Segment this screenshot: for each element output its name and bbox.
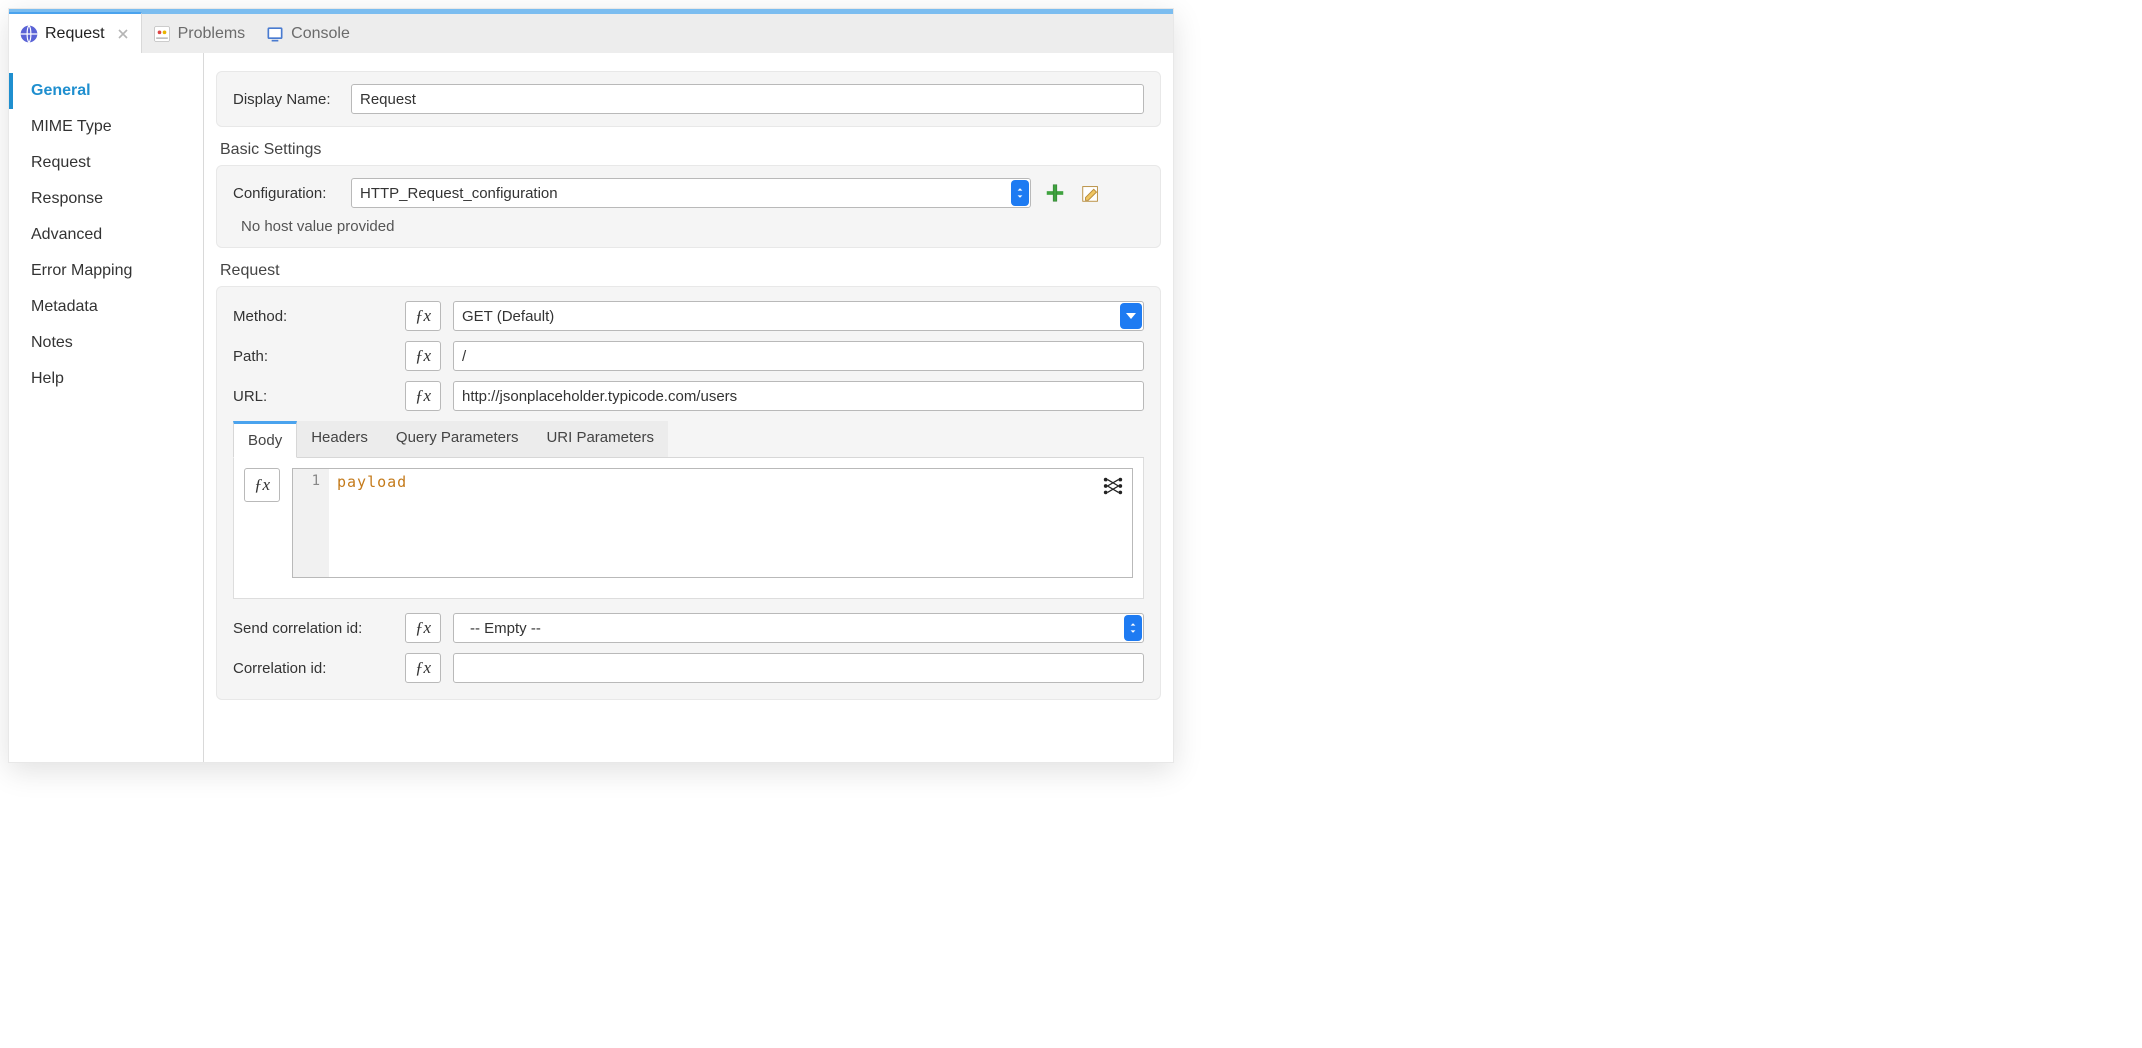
sidebar-item-label: MIME Type xyxy=(31,118,112,135)
send-correlation-id-label: Send correlation id: xyxy=(233,620,393,637)
request-section-title: Request xyxy=(216,262,1161,280)
subtab-label: Headers xyxy=(311,429,368,446)
console-icon xyxy=(265,24,285,44)
sidebar-item-error-mapping[interactable]: Error Mapping xyxy=(9,253,203,289)
tab-request-label: Request xyxy=(45,25,105,43)
sidebar-item-notes[interactable]: Notes xyxy=(9,325,203,361)
body-editor: ƒx 1 payload xyxy=(233,458,1144,599)
sidebar-item-response[interactable]: Response xyxy=(9,181,203,217)
request-subtabs: Body Headers Query Parameters URI Parame… xyxy=(233,421,1144,458)
line-number: 1 xyxy=(312,473,321,489)
tab-console-label: Console xyxy=(291,25,350,43)
path-input[interactable] xyxy=(453,341,1144,371)
request-globe-icon xyxy=(19,24,39,44)
send-correlation-id-select[interactable] xyxy=(453,613,1144,643)
problems-icon xyxy=(152,24,172,44)
sidebar-item-label: Notes xyxy=(31,334,73,351)
sidebar-item-label: Request xyxy=(31,154,91,171)
request-panel: Method: ƒx Path: ƒx URL: xyxy=(216,286,1161,700)
fx-button[interactable]: ƒx xyxy=(405,301,441,331)
sidebar-item-metadata[interactable]: Metadata xyxy=(9,289,203,325)
dataweave-map-icon[interactable] xyxy=(1102,475,1124,497)
subtab-uri-parameters[interactable]: URI Parameters xyxy=(532,421,668,457)
sidebar-item-label: Response xyxy=(31,190,103,207)
close-icon[interactable] xyxy=(115,26,131,42)
subtab-body[interactable]: Body xyxy=(233,421,297,458)
tab-problems-label: Problems xyxy=(178,25,246,43)
method-select[interactable] xyxy=(453,301,1144,331)
configuration-label: Configuration: xyxy=(233,185,339,202)
basic-settings-title: Basic Settings xyxy=(216,141,1161,159)
sidebar-item-request[interactable]: Request xyxy=(9,145,203,181)
sidebar-item-general[interactable]: General xyxy=(9,73,203,109)
sidebar-item-help[interactable]: Help xyxy=(9,361,203,397)
body-code-box[interactable]: 1 payload xyxy=(292,468,1133,578)
body-code[interactable]: payload xyxy=(329,469,1132,577)
sidebar-item-advanced[interactable]: Advanced xyxy=(9,217,203,253)
editor-top-tabbar: Request Problems Console xyxy=(9,9,1173,53)
tab-request[interactable]: Request xyxy=(9,12,142,53)
fx-button[interactable]: ƒx xyxy=(405,613,441,643)
host-message: No host value provided xyxy=(233,218,394,235)
url-label: URL: xyxy=(233,388,393,405)
subtab-query-parameters[interactable]: Query Parameters xyxy=(382,421,533,457)
display-name-input[interactable] xyxy=(351,84,1144,114)
subtab-label: Body xyxy=(248,432,282,449)
sidebar-item-label: General xyxy=(31,82,91,99)
fx-button[interactable]: ƒx xyxy=(405,653,441,683)
fx-button[interactable]: ƒx xyxy=(244,468,280,502)
body-split: General MIME Type Request Response Advan… xyxy=(9,53,1173,762)
sidebar-item-label: Help xyxy=(31,370,64,387)
path-label: Path: xyxy=(233,348,393,365)
display-name-panel: Display Name: xyxy=(216,71,1161,127)
sidebar-item-label: Advanced xyxy=(31,226,102,243)
method-label: Method: xyxy=(233,308,393,325)
subtab-headers[interactable]: Headers xyxy=(297,421,382,457)
app-window: Request Problems Console General MIME Ty… xyxy=(8,8,1174,763)
sidebar-item-label: Error Mapping xyxy=(31,262,132,279)
display-name-label: Display Name: xyxy=(233,91,339,108)
sidebar: General MIME Type Request Response Advan… xyxy=(9,53,204,762)
correlation-id-input[interactable] xyxy=(453,653,1144,683)
tab-problems[interactable]: Problems xyxy=(142,14,256,53)
fx-button[interactable]: ƒx xyxy=(405,341,441,371)
url-input[interactable] xyxy=(453,381,1144,411)
code-token: payload xyxy=(337,473,407,491)
tab-console[interactable]: Console xyxy=(255,14,360,53)
edit-configuration-button[interactable] xyxy=(1079,181,1103,205)
basic-settings-panel: Configuration: No host val xyxy=(216,165,1161,248)
sidebar-item-label: Metadata xyxy=(31,298,98,315)
code-gutter: 1 xyxy=(293,469,329,577)
configuration-select[interactable] xyxy=(351,178,1031,208)
subtab-label: Query Parameters xyxy=(396,429,519,446)
fx-button[interactable]: ƒx xyxy=(405,381,441,411)
add-configuration-button[interactable] xyxy=(1043,181,1067,205)
subtab-label: URI Parameters xyxy=(546,429,654,446)
sidebar-item-mime-type[interactable]: MIME Type xyxy=(9,109,203,145)
content-area: Display Name: Basic Settings Configurati… xyxy=(204,53,1173,762)
correlation-id-label: Correlation id: xyxy=(233,660,393,677)
